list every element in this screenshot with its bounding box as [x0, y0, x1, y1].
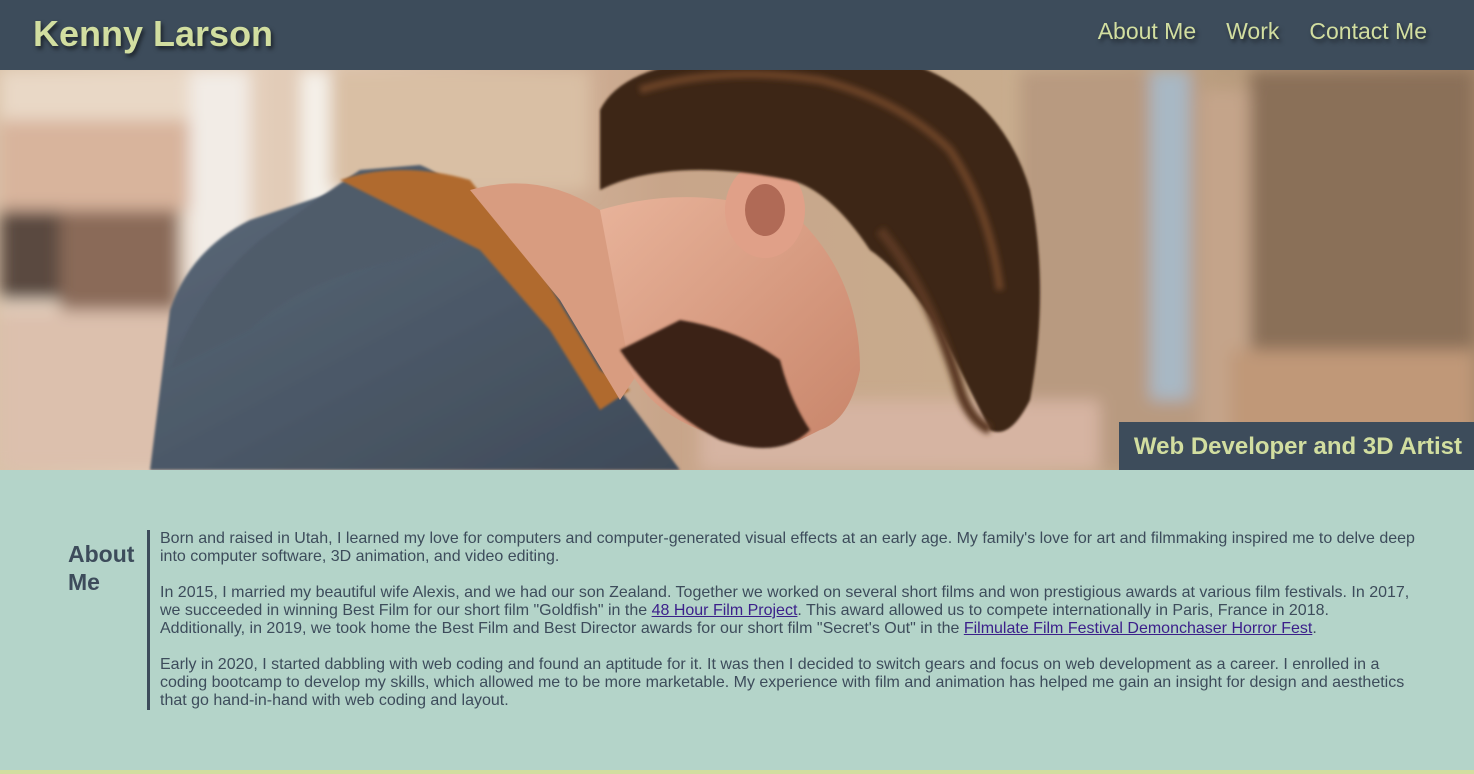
about-paragraph-1: Born and raised in Utah, I learned my lo… [160, 530, 1415, 565]
about-paragraph-2: In 2015, I married my beautiful wife Ale… [160, 584, 1417, 638]
about-paragraph-3: Early in 2020, I started dabbling with w… [160, 656, 1405, 709]
about-paragraph-2-text-c: . [1312, 620, 1317, 637]
about-heading: About Me [68, 541, 135, 595]
nav-link-contact-me[interactable]: Contact Me [1309, 16, 1427, 46]
bottom-border [0, 770, 1474, 774]
hero-image: Web Developer and 3D Artist [0, 70, 1474, 470]
about-body: Born and raised in Utah, I learned my lo… [147, 530, 1417, 710]
site-header: Kenny Larson About Me Work Contact Me [0, 0, 1474, 70]
hero-photo [0, 70, 1474, 470]
site-title: Kenny Larson [33, 13, 274, 54]
hero-caption: Web Developer and 3D Artist [1118, 422, 1474, 470]
link-filmulate-film-festival[interactable]: Filmulate Film Festival Demonchaser Horr… [964, 620, 1313, 637]
nav-link-about-me[interactable]: About Me [1098, 16, 1196, 46]
about-section: About Me Born and raised in Utah, I lear… [0, 470, 1474, 770]
link-48-hour-film-project[interactable]: 48 Hour Film Project [652, 602, 798, 619]
main-nav: About Me Work Contact Me [1098, 16, 1427, 46]
nav-link-work[interactable]: Work [1226, 16, 1279, 46]
